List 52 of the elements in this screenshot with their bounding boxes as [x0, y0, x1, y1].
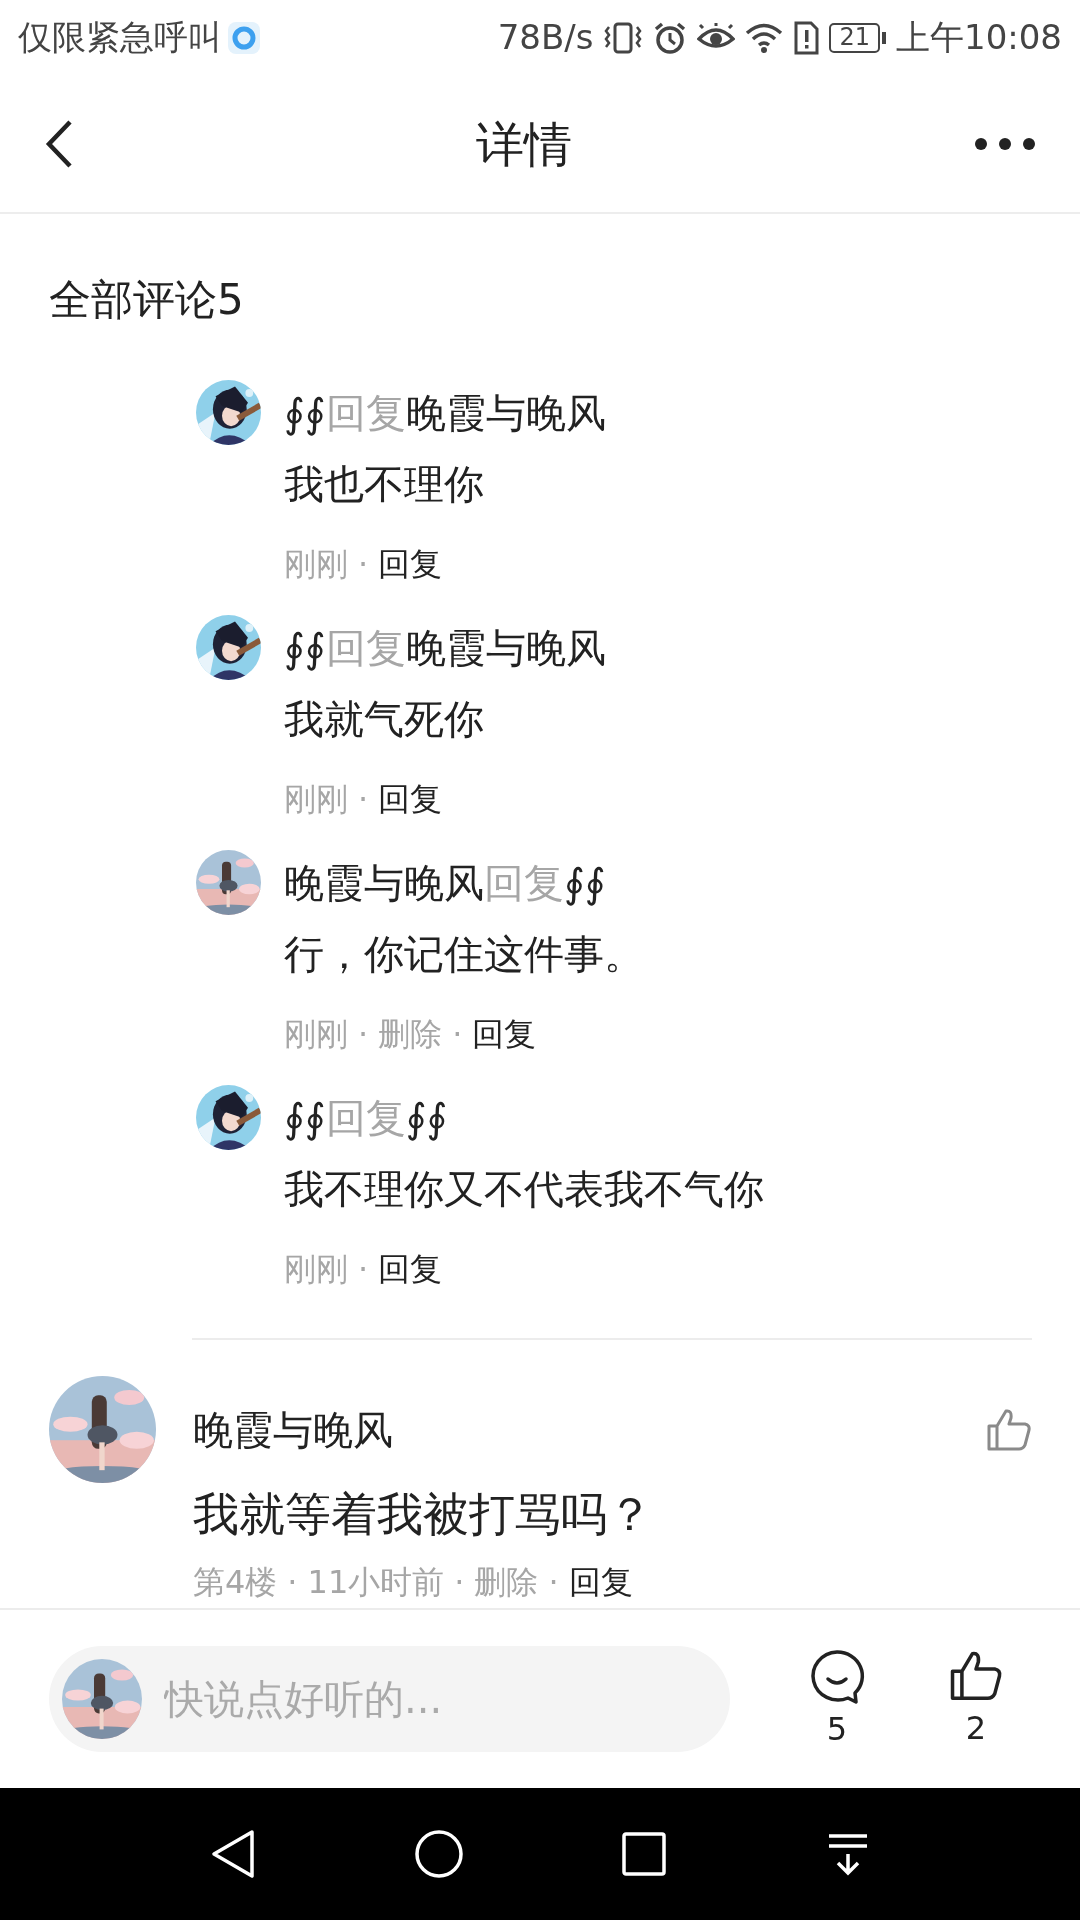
meta-text: 刚刚	[284, 1249, 348, 1290]
thumbs-up-icon	[949, 1650, 1003, 1702]
reply-text: 我也不理你	[284, 461, 484, 507]
separator-dot: ·	[358, 544, 369, 585]
separator-dot: ·	[358, 1014, 369, 1055]
separator-dot: ·	[358, 779, 369, 820]
separator-dot: ·	[452, 1014, 463, 1055]
meta-text: 删除	[378, 1014, 443, 1055]
more-icon[interactable]	[974, 136, 1036, 151]
meta-text: 11小时前	[307, 1562, 445, 1603]
back-nav-icon[interactable]	[210, 1829, 256, 1879]
sim-alert-icon	[793, 20, 820, 55]
app-icon	[228, 21, 260, 54]
page-title: 详情	[476, 114, 572, 174]
meta-text: 删除	[474, 1562, 539, 1603]
reply-text: 我不理你又不代表我不气你	[284, 1166, 764, 1212]
alarm-icon	[653, 20, 688, 55]
clock: 上午10:08	[896, 16, 1062, 59]
thumbs-up-icon[interactable]	[986, 1407, 1032, 1452]
reply-text: 行，你记住这件事。	[284, 931, 644, 977]
section-title: 全部评论5	[49, 274, 244, 326]
chat-bubble-icon	[808, 1649, 866, 1705]
reply-text: 我就气死你	[284, 696, 484, 742]
reply-header: ∮∮回复晚霞与晚风	[284, 388, 606, 438]
status-text: 仅限紧急呼叫	[18, 16, 222, 59]
reply-link[interactable]: 回复	[568, 1560, 633, 1604]
meta-text: 刚刚	[284, 779, 348, 820]
reply-header: ∮∮回复∮∮	[284, 1093, 448, 1143]
wifi-icon	[745, 21, 784, 54]
comment-author: 晚霞与晚风	[193, 1405, 393, 1455]
network-speed: 78B/s	[497, 16, 594, 59]
separator-dot: ·	[287, 1562, 298, 1603]
separator-dot: ·	[454, 1562, 465, 1603]
reply-header: 晚霞与晚风回复∮∮	[284, 858, 606, 908]
home-nav-icon[interactable]	[414, 1829, 464, 1879]
meta-text: 第4楼	[193, 1562, 278, 1603]
separator-dot: ·	[548, 1562, 559, 1603]
separator-dot: ·	[358, 1249, 369, 1290]
comment-text: 我就等着我被打骂吗？	[193, 1486, 654, 1542]
back-icon[interactable]	[44, 118, 74, 169]
reply-header: ∮∮回复晚霞与晚风	[284, 623, 606, 673]
reply-link[interactable]: 回复	[378, 777, 443, 821]
comments-button[interactable]: 5	[806, 1649, 868, 1749]
vibrate-icon	[603, 20, 644, 55]
reply-link[interactable]: 回复	[378, 1247, 443, 1291]
meta-text: 刚刚	[284, 1014, 348, 1055]
recents-nav-icon[interactable]	[622, 1832, 666, 1876]
reply-link[interactable]: 回复	[378, 542, 443, 586]
meta-text: 刚刚	[284, 544, 348, 585]
like-button[interactable]: 2	[945, 1650, 1007, 1748]
reply-link[interactable]: 回复	[472, 1012, 537, 1056]
notification-nav-icon[interactable]	[826, 1832, 870, 1876]
